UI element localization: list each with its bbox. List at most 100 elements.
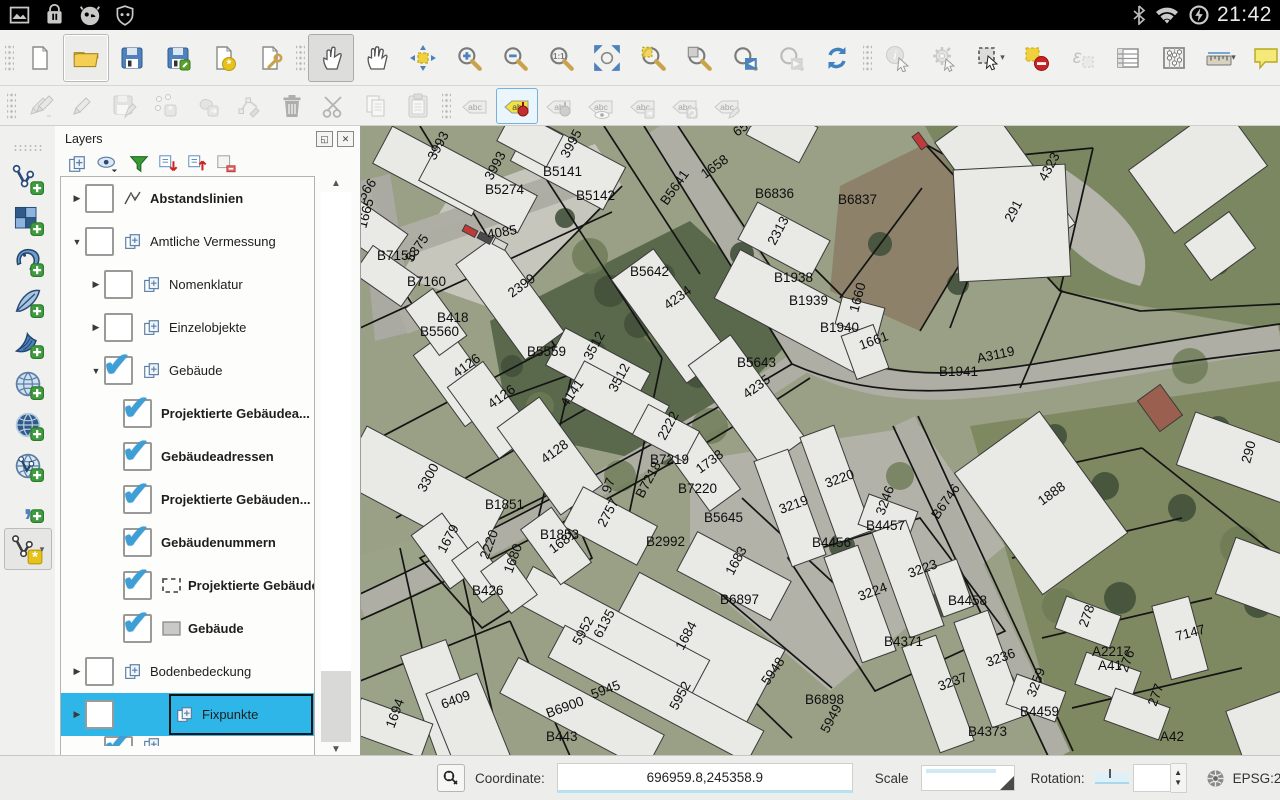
save-layer-edits-button[interactable]: [103, 88, 145, 124]
zoom-full-button[interactable]: [584, 34, 630, 82]
layer-tree-scrollbar[interactable]: ▲ ▼: [315, 176, 357, 756]
change-label-properties-button[interactable]: abc: [706, 88, 748, 124]
layer-checkbox[interactable]: [104, 270, 133, 299]
filter-legend-button[interactable]: [129, 154, 149, 174]
collapse-all-button[interactable]: [187, 154, 207, 174]
rotation-spin-buttons[interactable]: ▲▼: [1171, 763, 1187, 793]
statistical-summary-button[interactable]: [1151, 34, 1197, 82]
label-layer-button[interactable]: abc: [454, 88, 496, 124]
layer-row-projektierte-geb-udea-[interactable]: ✔Projektierte Gebäudea...: [61, 392, 314, 435]
layer-row-projektierte-geb-uden-[interactable]: ✔Projektierte Gebäuden...: [61, 478, 314, 521]
measure-dropdown-arrow[interactable]: ▾: [1231, 52, 1236, 63]
scrollbar-track[interactable]: [321, 192, 351, 742]
map-tips-button[interactable]: [1243, 34, 1280, 82]
select-features-button[interactable]: ▾: [967, 34, 1013, 82]
layer-checkbox[interactable]: ✔: [123, 571, 152, 600]
layer-row-projektierte-geb-ude[interactable]: ✔Projektierte Gebäude: [61, 564, 314, 607]
move-feature-button[interactable]: [187, 88, 229, 124]
layer-row-geb-ude[interactable]: ▼✔Gebäude: [61, 349, 314, 392]
scrollbar-track-lower[interactable]: [321, 671, 351, 742]
composer-manager-button[interactable]: [247, 34, 293, 82]
current-edits-button[interactable]: [19, 88, 61, 124]
layer-row-nomenklatur[interactable]: ▶Nomenklatur: [61, 263, 314, 306]
layer-checkbox[interactable]: [104, 313, 133, 342]
zoom-native-button[interactable]: 1:1: [538, 34, 584, 82]
new-shapefile-layer-button[interactable]: *▾: [4, 528, 52, 570]
expand-arrow-icon[interactable]: ▶: [69, 709, 85, 720]
expand-arrow-icon[interactable]: ▶: [69, 666, 85, 677]
add-group-button[interactable]: [67, 154, 87, 174]
new-project-button[interactable]: [17, 34, 63, 82]
map-canvas[interactable]: 566399339933995657B5274B5141B5142B564116…: [360, 126, 1280, 756]
add-vector-layer-button[interactable]: [5, 159, 51, 199]
rotation-spinbox[interactable]: [1133, 764, 1171, 792]
coordinate-input[interactable]: [557, 763, 853, 793]
touch-zoom-pan-button[interactable]: [308, 34, 354, 82]
add-wcs-layer-button[interactable]: [5, 405, 51, 445]
show-hide-labels-button[interactable]: abc: [580, 88, 622, 124]
open-project-button[interactable]: [63, 34, 109, 82]
cut-features-button[interactable]: [313, 88, 355, 124]
copy-features-button[interactable]: [355, 88, 397, 124]
layer-checkbox[interactable]: ✔: [123, 399, 152, 428]
scroll-up-arrow[interactable]: ▲: [315, 178, 357, 189]
float-panel-button[interactable]: ◱: [316, 131, 333, 147]
crs-status-icon[interactable]: [1205, 768, 1226, 789]
pan-to-selection-button[interactable]: [400, 34, 446, 82]
add-wms-layer-button[interactable]: [5, 364, 51, 404]
add-wfs-layer-button[interactable]: [5, 446, 51, 486]
new-shapefile-layer-dropdown-arrow[interactable]: ▾: [40, 544, 45, 555]
move-label-button[interactable]: abc: [622, 88, 664, 124]
rotate-label-button[interactable]: abc: [664, 88, 706, 124]
layer-row-partial[interactable]: ✔: [61, 736, 314, 746]
highlight-pinned-labels-button[interactable]: ab: [538, 88, 580, 124]
remove-layer-button[interactable]: [216, 154, 236, 174]
zoom-in-button[interactable]: [446, 34, 492, 82]
zoom-out-button[interactable]: [492, 34, 538, 82]
expand-all-button[interactable]: [158, 154, 178, 174]
coordinate-capture-button[interactable]: [437, 764, 465, 792]
layer-row-geb-ude[interactable]: ✔Gebäude: [61, 607, 314, 650]
deselect-all-button[interactable]: [1013, 34, 1059, 82]
zoom-to-selection-button[interactable]: [630, 34, 676, 82]
zoom-last-button[interactable]: [722, 34, 768, 82]
close-panel-button[interactable]: ✕: [337, 131, 354, 147]
identify-features-button[interactable]: i: [875, 34, 921, 82]
layer-row-abstandslinien[interactable]: ▶Abstandslinien: [61, 177, 314, 220]
toggle-editing-button[interactable]: [61, 88, 103, 124]
save-project-as-button[interactable]: [155, 34, 201, 82]
layer-checkbox[interactable]: ✔: [123, 485, 152, 514]
add-delimited-text-layer-button[interactable]: ,: [5, 487, 51, 527]
zoom-next-button[interactable]: [768, 34, 814, 82]
rotation-slider[interactable]: [1095, 772, 1129, 784]
paste-features-button[interactable]: [397, 88, 439, 124]
layer-row-geb-udeadressen[interactable]: ✔Gebäudeadressen: [61, 435, 314, 478]
expand-arrow-icon[interactable]: ▶: [69, 193, 85, 204]
open-attribute-table-button[interactable]: [1105, 34, 1151, 82]
add-spatialite-layer-button[interactable]: [5, 282, 51, 322]
pan-map-button[interactable]: [354, 34, 400, 82]
collapse-arrow-icon[interactable]: ▼: [69, 237, 85, 247]
new-print-composer-button[interactable]: *: [201, 34, 247, 82]
layer-row-amtliche-vermessung[interactable]: ▼Amtliche Vermessung: [61, 220, 314, 263]
select-by-expression-button[interactable]: ε: [1059, 34, 1105, 82]
expand-arrow-icon[interactable]: ▶: [88, 279, 104, 290]
layer-row-geb-udenummern[interactable]: ✔Gebäudenummern: [61, 521, 314, 564]
select-features-dropdown-arrow[interactable]: ▾: [1000, 52, 1005, 63]
layer-checkbox[interactable]: [85, 227, 114, 256]
expand-arrow-icon[interactable]: ▶: [88, 322, 104, 333]
layer-row-fixpunkte[interactable]: ▶Fixpunkte: [61, 693, 314, 736]
scroll-down-arrow[interactable]: ▼: [315, 744, 357, 755]
scale-combobox[interactable]: [921, 765, 1015, 791]
add-raster-layer-button[interactable]: [5, 200, 51, 240]
layer-checkbox[interactable]: ✔: [123, 614, 152, 643]
node-tool-button[interactable]: [229, 88, 271, 124]
delete-selected-button[interactable]: [271, 88, 313, 124]
add-mssql-layer-button[interactable]: [5, 323, 51, 363]
layer-checkbox[interactable]: ✔: [123, 528, 152, 557]
layer-checkbox[interactable]: ✔: [104, 356, 133, 385]
add-postgis-layer-button[interactable]: [5, 241, 51, 281]
refresh-map-button[interactable]: [814, 34, 860, 82]
pin-unpin-labels-button[interactable]: ab: [496, 88, 538, 124]
layer-checkbox[interactable]: [85, 657, 114, 686]
